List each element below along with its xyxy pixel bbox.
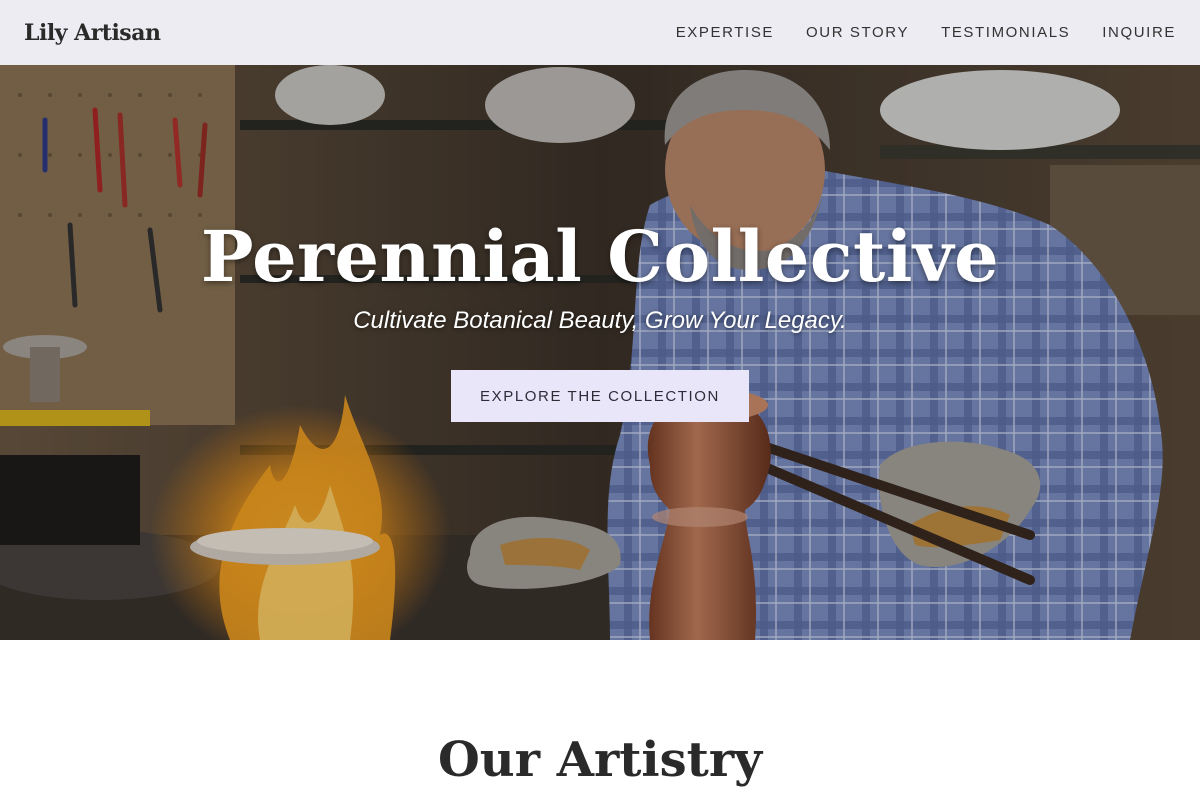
nav-links: EXPERTISE OUR STORY TESTIMONIALS INQUIRE [676,24,1176,41]
our-artistry-section: Our Artistry [0,640,1200,800]
nav-link-inquire[interactable]: INQUIRE [1102,24,1176,41]
section-title: Our Artistry [437,732,763,788]
brand-logo[interactable]: Lily Artisan [24,20,161,46]
hero-subtitle: Cultivate Botanical Beauty, Grow Your Le… [353,307,847,334]
hero-title: Perennial Collective [200,215,1000,298]
hero-section: Perennial Collective Cultivate Botanical… [0,65,1200,640]
nav-link-our-story[interactable]: OUR STORY [806,24,909,41]
nav-link-expertise[interactable]: EXPERTISE [676,24,774,41]
nav-link-testimonials[interactable]: TESTIMONIALS [941,24,1070,41]
navbar: Lily Artisan EXPERTISE OUR STORY TESTIMO… [0,0,1200,65]
explore-collection-button[interactable]: EXPLORE THE COLLECTION [451,370,749,422]
hero-content: Perennial Collective Cultivate Botanical… [0,65,1200,640]
